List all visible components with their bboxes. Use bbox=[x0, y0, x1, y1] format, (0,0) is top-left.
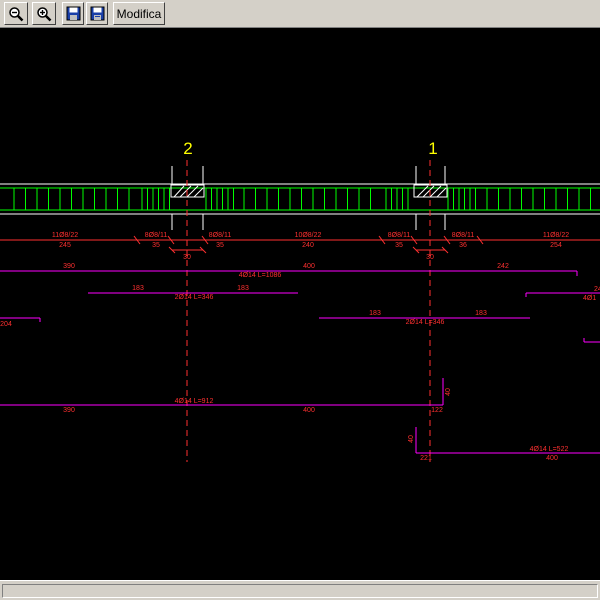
rebar-segment-length: 183 bbox=[369, 310, 381, 317]
stirrup-label: 8Ø8/11 bbox=[452, 232, 475, 239]
toolbar: Modifica bbox=[0, 0, 600, 28]
rebar-segment-length: 183 bbox=[237, 285, 249, 292]
rebar-hook-length: 40 bbox=[445, 388, 452, 396]
rebar-label: 4Ø14 L=522 bbox=[530, 446, 569, 453]
rebar-segment-length: 204 bbox=[0, 321, 12, 328]
rebar-segment-length: 400 bbox=[303, 407, 315, 414]
svg-text:4Ø1: 4Ø1 bbox=[583, 295, 596, 302]
rebar-segment-length: 183 bbox=[475, 310, 487, 317]
rebar-3: 183 183 2Ø14 L=346 bbox=[319, 310, 530, 326]
beam-drawing: 2 1 11Ø8/22 245 8Ø8/11 35 8Ø8/11 35 10Ø8… bbox=[0, 139, 600, 462]
stirrup-length: 36 bbox=[459, 242, 467, 249]
column-width-label: 30 bbox=[183, 254, 191, 261]
rebar-segment-length: 390 bbox=[63, 263, 75, 270]
stirrup-label: 11Ø8/22 bbox=[52, 232, 78, 239]
rebar-segment-length: 242 bbox=[497, 263, 509, 270]
stirrup-length: 254 bbox=[550, 242, 562, 249]
stirrup-length: 35 bbox=[395, 242, 403, 249]
axis-label-1: 1 bbox=[428, 139, 437, 158]
save-button[interactable] bbox=[62, 2, 84, 25]
stirrup-length: 35 bbox=[152, 242, 160, 249]
drawing-canvas[interactable]: 2 1 11Ø8/22 245 8Ø8/11 35 8Ø8/11 35 10Ø8… bbox=[0, 28, 600, 580]
column-width-label: 30 bbox=[426, 254, 434, 261]
stirrup-label: 8Ø8/11 bbox=[388, 232, 411, 239]
stirrup-length: 240 bbox=[302, 242, 314, 249]
rebar-segment-length: 122 bbox=[431, 407, 443, 414]
save-as-button[interactable] bbox=[86, 2, 108, 25]
rebar-segment-length: 221 bbox=[420, 455, 432, 462]
stirrup-label: 8Ø8/11 bbox=[145, 232, 168, 239]
rebar-segment-length: 390 bbox=[63, 407, 75, 414]
rebar-segment-length: 400 bbox=[546, 455, 558, 462]
stirrup-length: 35 bbox=[216, 242, 224, 249]
svg-text:24: 24 bbox=[594, 286, 600, 293]
rebar-1: 390 400 242 4Ø14 L=1086 bbox=[0, 263, 578, 279]
rebar-left-fragment: 204 bbox=[0, 317, 41, 328]
zoom-out-icon bbox=[9, 6, 24, 21]
rebar-right-fragment: 24 4Ø1 bbox=[525, 286, 600, 343]
rebar-label: 4Ø14 L=1086 bbox=[239, 272, 282, 279]
status-field bbox=[2, 584, 598, 598]
rebar-label: 2Ø14 L=346 bbox=[175, 294, 214, 301]
save-icon bbox=[66, 6, 80, 21]
rebar-hook-length: 40 bbox=[408, 435, 415, 443]
stirrup-length: 245 bbox=[59, 242, 71, 249]
rebar-2: 183 183 2Ø14 L=346 bbox=[88, 285, 298, 301]
rebar-5: 40 221 400 4Ø14 L=522 bbox=[408, 427, 600, 462]
rebar-segment-length: 400 bbox=[303, 263, 315, 270]
zoom-out-button[interactable] bbox=[4, 2, 28, 25]
stirrup-label: 8Ø8/11 bbox=[209, 232, 232, 239]
rebar-label: 2Ø14 L=346 bbox=[406, 319, 445, 326]
status-bar bbox=[0, 580, 600, 600]
modifica-button[interactable]: Modifica bbox=[113, 2, 165, 25]
rebar-label: 4Ø14 L=912 bbox=[175, 398, 214, 405]
axis-label-2: 2 bbox=[183, 139, 192, 158]
stirrups bbox=[13, 188, 591, 210]
stirrup-label: 11Ø8/22 bbox=[543, 232, 569, 239]
stirrup-label: 10Ø8/22 bbox=[295, 232, 322, 239]
zoom-in-button[interactable] bbox=[32, 2, 56, 25]
save-as-icon bbox=[90, 6, 104, 21]
rebar-4: 390 400 122 4Ø14 L=912 40 bbox=[0, 378, 452, 414]
rebar-segment-length: 183 bbox=[132, 285, 144, 292]
zoom-in-icon bbox=[37, 6, 52, 21]
